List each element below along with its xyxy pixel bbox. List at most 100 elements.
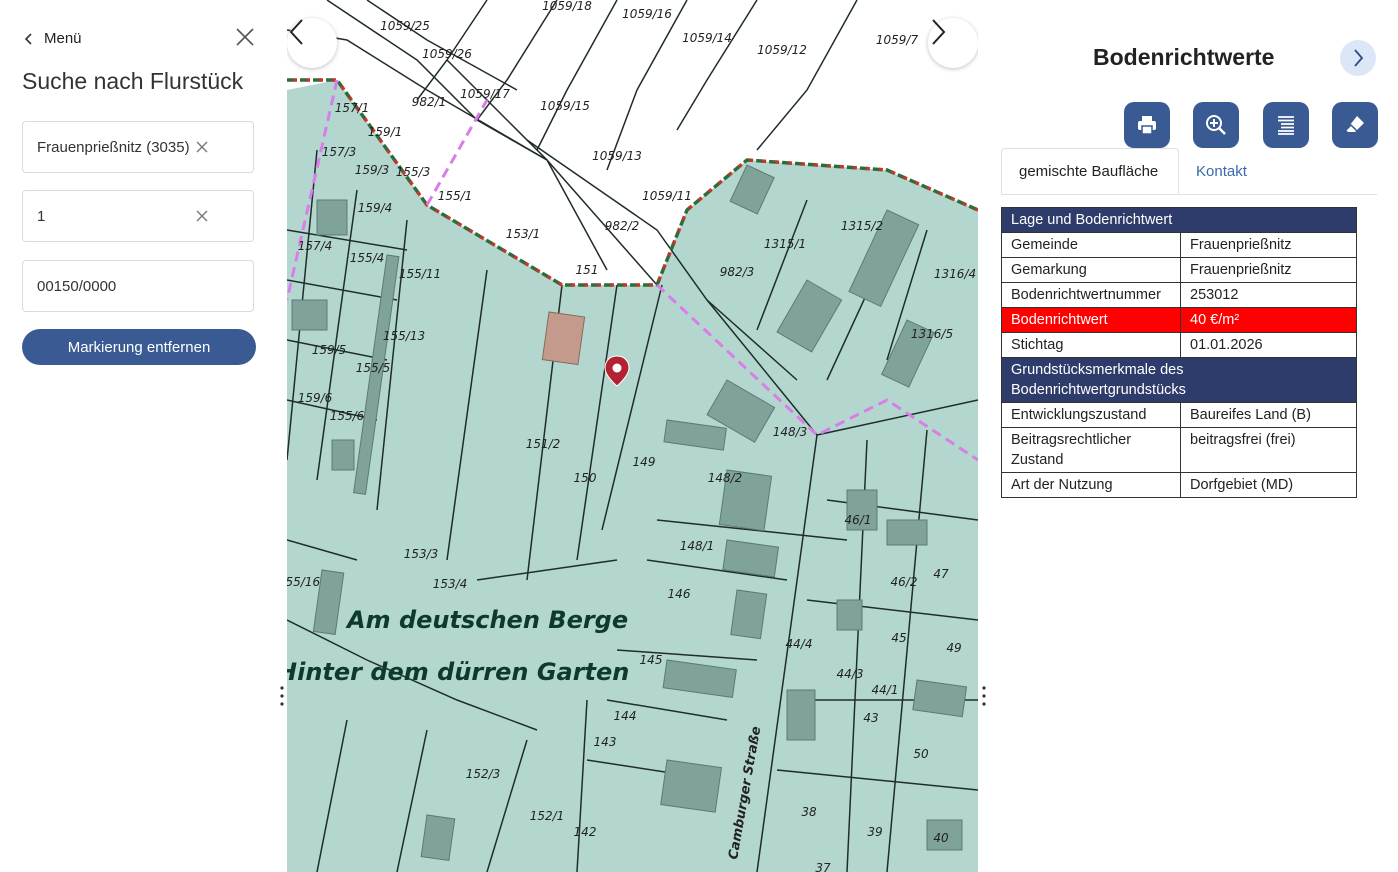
parcel-label: 1315/1 — [764, 237, 806, 251]
parcel-label: 152/1 — [530, 809, 565, 823]
parcel-label: 153/4 — [433, 577, 468, 591]
row-key: Beitragsrechtlicher Zustand — [1001, 427, 1181, 473]
row-key: Gemarkung — [1001, 257, 1181, 283]
parcel-label: 46/2 — [891, 575, 918, 589]
section-header: Grundstücksmerkmale des Bodenrichtwertgr… — [1001, 357, 1357, 403]
parcel-label: 155/6 — [330, 409, 365, 423]
cadastral-map: 1059/25 1059/26 1059/18 1059/16 1059/14 1059/… — [287, 0, 978, 872]
row-value: Dorfgebiet (MD) — [1180, 472, 1357, 498]
row-key: Stichtag — [1001, 332, 1181, 358]
parcel-label: 50 — [913, 747, 929, 761]
menu-back-link[interactable]: Menü — [22, 30, 82, 47]
parcel-label: 40 — [933, 831, 949, 845]
close-icon[interactable] — [234, 26, 256, 48]
parcel-label: 1059/7 — [876, 33, 919, 47]
parcel-label: 155/4 — [350, 251, 385, 265]
flur-input[interactable]: 1 — [22, 190, 254, 242]
print-icon — [1138, 116, 1156, 135]
parcel-label: 152/3 — [466, 767, 501, 781]
bodenrichtwert-table: Lage und Bodenrichtwert Gemeinde Frauenpr… — [1001, 207, 1357, 498]
flurstueck-value: 00150/0000 — [37, 277, 117, 295]
gemarkung-value: Frauenprießnitz (3035) — [37, 138, 190, 156]
row-value: Frauenprießnitz — [1180, 257, 1357, 283]
parcel-label: 1316/4 — [934, 267, 976, 281]
parcel-label: 47 — [933, 567, 949, 581]
parcel-label: 143 — [594, 735, 617, 749]
parcel-label: 1059/25 — [380, 19, 430, 33]
next-button[interactable] — [1340, 40, 1376, 76]
panel-title: Bodenrichtwerte — [1093, 44, 1275, 70]
row-value: Frauenprießnitz — [1180, 232, 1357, 258]
row-value: 40 €/m² — [1180, 307, 1357, 333]
parcel-label: 155/1 — [438, 189, 473, 203]
parcel-label: 982/3 — [720, 265, 755, 279]
list-button[interactable] — [1263, 102, 1309, 148]
map-next-button[interactable] — [928, 18, 978, 68]
clear-icon[interactable] — [195, 140, 209, 154]
parcel-label: 159/6 — [298, 391, 333, 405]
parcel-label: 155/13 — [383, 329, 425, 343]
row-key: Bodenrichtwert — [1001, 307, 1181, 333]
parcel-label: 155/16 — [287, 575, 320, 589]
table-row-highlighted: Bodenrichtwert 40 €/m² — [1001, 307, 1357, 333]
row-value: Baureifes Land (B) — [1180, 402, 1357, 428]
parcel-label: 38 — [801, 805, 817, 819]
search-panel: Menü Suche nach Flurstück Frauenprießnit… — [0, 0, 286, 872]
parcel-label: 1059/11 — [642, 189, 692, 203]
parcel-label: 44/3 — [837, 667, 864, 681]
chevron-left-icon — [24, 32, 32, 45]
parcel-label: 45 — [891, 631, 906, 645]
parcel-label: 37 — [815, 861, 831, 872]
list-icon — [1278, 116, 1294, 135]
flur-value: 1 — [37, 207, 46, 225]
section-header: Lage und Bodenrichtwert — [1001, 207, 1357, 233]
resize-handle-icon[interactable] — [278, 684, 286, 708]
parcel-label: 44/1 — [872, 683, 899, 697]
print-button[interactable] — [1124, 102, 1170, 148]
parcel-label: 1059/12 — [757, 43, 807, 57]
parcel-label: 157/3 — [322, 145, 357, 159]
parcel-label: 150 — [574, 471, 597, 485]
parcel-label: 157/4 — [298, 239, 333, 253]
parcel-label: 159/1 — [368, 125, 403, 139]
parcel-label: 153/3 — [404, 547, 439, 561]
place-name-hinter-dem-duerren-garten: Hinter dem dürren Garten — [287, 658, 629, 686]
row-key: Art der Nutzung — [1001, 472, 1181, 498]
parcel-label: 982/1 — [412, 95, 447, 109]
parcel-label: 155/11 — [399, 267, 441, 281]
parcel-label: 144 — [614, 709, 637, 723]
tab-kontakt[interactable]: Kontakt — [1179, 148, 1264, 194]
panel-title: Suche nach Flurstück — [22, 68, 244, 94]
parcel-label: 149 — [633, 455, 656, 469]
tab-bar: gemischte Baufläche Kontakt — [1001, 148, 1377, 195]
parcel-label: 39 — [867, 825, 882, 839]
map-prev-button[interactable] — [287, 18, 337, 68]
row-value: 253012 — [1180, 282, 1357, 308]
table-row: Art der Nutzung Dorfgebiet (MD) — [1001, 472, 1357, 498]
location-marker-icon[interactable] — [604, 355, 630, 387]
row-key: Gemeinde — [1001, 232, 1181, 258]
parcel-label: 1059/18 — [542, 0, 592, 13]
parcel-label: 159/3 — [355, 163, 390, 177]
parcel-label: 1059/17 — [460, 87, 510, 101]
zoom-in-button[interactable] — [1193, 102, 1239, 148]
parcel-label: 1316/5 — [911, 327, 953, 341]
chevron-right-icon — [1354, 49, 1364, 67]
parcel-label: 145 — [640, 653, 663, 667]
map-view[interactable]: 1059/25 1059/26 1059/18 1059/16 1059/14 1059/… — [287, 0, 978, 872]
table-row: Entwicklungszustand Baureifes Land (B) — [1001, 402, 1357, 428]
parcel-label: 159/4 — [358, 201, 393, 215]
remove-marker-button[interactable]: Markierung entfernen — [22, 329, 256, 365]
place-name-am-deutschen-berge: Am deutschen Berge — [345, 606, 628, 634]
resize-handle-icon[interactable] — [980, 684, 988, 708]
parcel-label: 148/1 — [680, 539, 715, 553]
clear-icon[interactable] — [195, 209, 209, 223]
flurstueck-input[interactable]: 00150/0000 — [22, 260, 254, 312]
parcel-label: 153/1 — [506, 227, 541, 241]
tab-gemischte-bauflaeche[interactable]: gemischte Baufläche — [1001, 148, 1179, 194]
zoom-in-icon — [1206, 115, 1226, 135]
gemarkung-input[interactable]: Frauenprießnitz (3035) — [22, 121, 254, 173]
eraser-button[interactable] — [1332, 102, 1378, 148]
table-row: Gemarkung Frauenprießnitz — [1001, 257, 1357, 283]
chevron-left-icon — [289, 19, 303, 45]
